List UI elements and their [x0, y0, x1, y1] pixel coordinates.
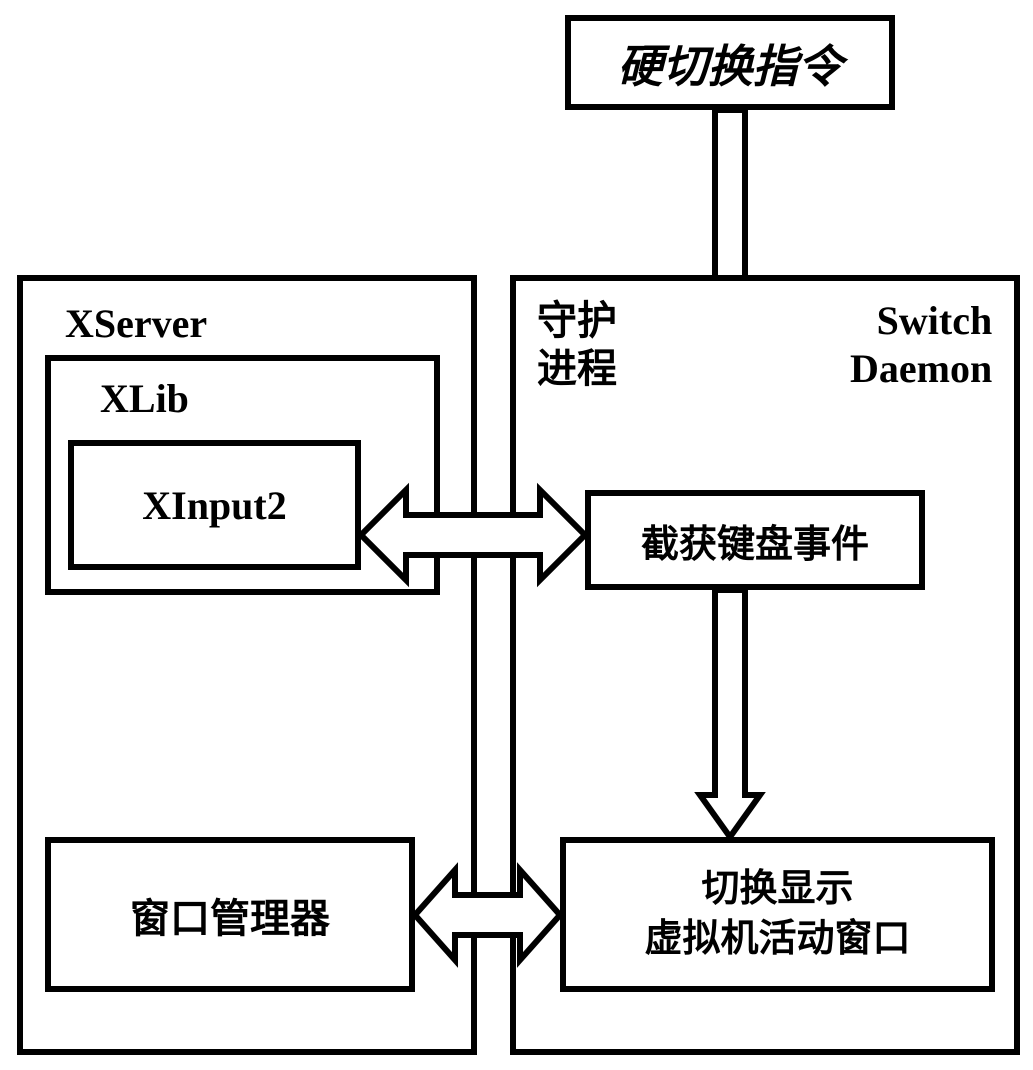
xinput2-label: XInput2	[142, 482, 287, 529]
daemon-label-cn: 守护 进程	[537, 297, 617, 393]
arrow-bi-bottom-icon	[415, 865, 560, 965]
switch-display-box: 切换显示 虚拟机活动窗口	[560, 837, 995, 992]
intercept-keyboard-label: 截获键盘事件	[641, 513, 869, 568]
window-manager-box: 窗口管理器	[45, 837, 415, 992]
xlib-label: XLib	[100, 375, 189, 422]
arrow-bi-top-icon	[361, 485, 585, 585]
window-manager-label: 窗口管理器	[130, 886, 330, 944]
diagram-root: 硬切换指令 XServer XLib XInput2 窗口管理器 守护 进程 S…	[0, 0, 1033, 1070]
intercept-keyboard-box: 截获键盘事件	[585, 490, 925, 590]
arrow-middle-down-icon	[700, 590, 760, 837]
hard-switch-command-label: 硬切换指令	[617, 30, 842, 95]
switch-display-label-2: 虚拟机活动窗口	[644, 915, 910, 964]
hard-switch-command-box: 硬切换指令	[565, 15, 895, 110]
xinput2-box: XInput2	[68, 440, 361, 570]
daemon-label-en: Switch Daemon	[850, 297, 992, 393]
switch-display-label-1: 切换显示	[701, 865, 853, 914]
xserver-label: XServer	[65, 300, 207, 347]
